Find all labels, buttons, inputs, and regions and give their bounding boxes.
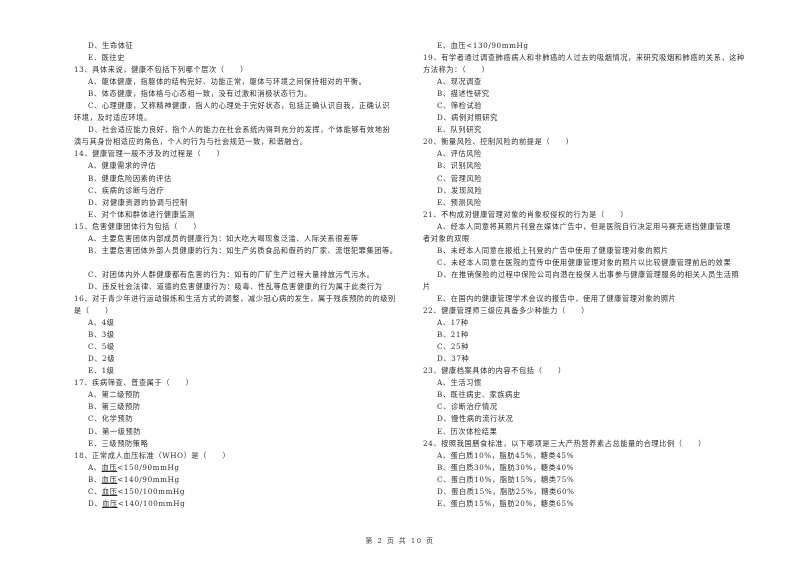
question-text: 15、危害健康团体行为包括（ ） — [74, 221, 202, 231]
answer-option: D、慢性病的流行状况 — [437, 414, 514, 424]
answer-option: B、蛋白质30%，脂肪30%，糖类40% — [437, 462, 575, 472]
continuation-text: 环境，及时适应环境。 — [74, 113, 152, 123]
answer-option: E、既往史 — [88, 53, 125, 63]
answer-option: A、现况调查 — [437, 77, 482, 87]
answer-option: C、未经本人同意在医院的宣传中使用健康管理对象的照片以比较健康管理前后的效果 — [437, 257, 732, 267]
answer-option: C、筛检试验 — [437, 101, 483, 111]
answer-option: B、既往病史、家族病史 — [437, 390, 521, 400]
answer-option: A、第二级预防 — [88, 390, 141, 400]
answer-option: C、5级 — [88, 342, 115, 352]
answer-option: C、血压<150/100mmHg — [74, 486, 404, 498]
answer-option: B、21种 — [437, 330, 469, 340]
question-text: 17、疾病筛查、普查属于（ ） — [74, 378, 194, 388]
option-prefix: A、 — [88, 462, 102, 472]
answer-option: B、主要危害团体外部人员健康的行为：如生产劣质食品和假药的厂家、流氓犯罪集团等。 — [88, 245, 398, 255]
answer-option: E、血压<130/90mmHg — [437, 41, 529, 50]
answer-option: C、对团体内外人群健康都有危害的行为：如有的厂矿生产过程大量排放污气污水。 — [88, 269, 375, 279]
answer-option: E、在国内的健康管理学术会议的报告中，使用了健康管理对象的照片 — [437, 293, 677, 303]
answer-option: C、心理健康，又称精神健康，指人的心理处于完好状态，包括正确认识自我，正确认识 — [88, 101, 391, 111]
answer-option: B、未经本人同意在报纸上刊登的广告中使用了健康管理对象的照片 — [437, 245, 669, 255]
option-value: <140/90mmHg — [117, 474, 180, 484]
question-text: 14、健康管理一般不涉及的过程是（ ） — [74, 149, 225, 159]
option-value: <150/100mmHg — [117, 486, 186, 496]
question-text: 24、按照我国膳食标准，以下哪项是三大产热营养素占总能量的合理比例（ ） — [423, 438, 706, 448]
answer-option: A、17种 — [437, 318, 469, 328]
answer-option: A、血压<150/90mmHg — [74, 462, 404, 474]
answer-option: A、评估风险 — [437, 149, 482, 159]
answer-option: B、血压<140/90mmHg — [74, 474, 404, 486]
left-column: D、生命体征 E、既往史 13、具体来说，健康不包括下列哪个层次（ ） A、躯体健康，… — [74, 40, 404, 510]
answer-option: E、队列研究 — [437, 125, 482, 135]
answer-option: D、发现风险 — [437, 185, 483, 195]
answer-option: C、25种 — [437, 342, 470, 352]
continuation-text: 者对象的双眼 — [423, 233, 470, 243]
question-text: 23、健康档案具体的内容不包括（ ） — [423, 366, 566, 376]
continuation-text: 演与其身份相适应的角色，个人的行为与社会规范一致，和谐融合。 — [74, 137, 308, 147]
answer-option: E、对个体和群体进行健康监测 — [88, 209, 196, 219]
answer-option: B、第三级预防 — [88, 402, 141, 412]
question-text: 18、正常成人血压标准（WHO）是（ ） — [74, 450, 231, 460]
answer-option: D、社会适应能力良好，指个人的能力在社会系统内得到充分的发挥，个体能够有效地扮 — [88, 125, 391, 135]
underlined-term: 血压 — [102, 498, 118, 508]
question-text: 20、衡量风险、控制风险的前提是（ ） — [423, 137, 574, 147]
answer-option: A、蛋白质10%，脂肪45%，糖类45% — [437, 450, 574, 460]
answer-option: E、三级预防策略 — [88, 438, 149, 448]
right-column: E、血压<130/90mmHg 19、有学者通过调查肺癌病人和非肺癌的人过去的吸烟… — [423, 40, 763, 510]
answer-option: C、管理风险 — [437, 173, 483, 183]
answer-option: B、3级 — [88, 330, 115, 340]
answer-option: A、经本人同意将其照片刊登在媒体广告中，但是医院自行决定用马赛克遮挡健康管理 — [437, 221, 731, 231]
answer-option: A、生活习惯 — [437, 378, 482, 388]
answer-option: E、预测风险 — [437, 197, 482, 207]
answer-option: E、蛋白质15%，脂肪20%，糖类65% — [437, 498, 575, 508]
answer-option: A、4级 — [88, 318, 115, 328]
underlined-term: 血压 — [101, 474, 118, 484]
answer-option: B、描述性研究 — [437, 89, 490, 99]
answer-option: E、1级 — [88, 366, 115, 376]
answer-option: B、体态健康，指体格与心态相一致，没有过激和消极状态行为。 — [88, 89, 312, 99]
underlined-term: 血压 — [101, 462, 118, 472]
exam-page: D、生命体征 E、既往史 13、具体来说，健康不包括下列哪个层次（ ） A、躯体健康，… — [0, 0, 800, 565]
answer-option: C、蛋白质10%，脂肪15%，糖类75% — [437, 474, 575, 484]
answer-option: D、病例对照研究 — [437, 113, 498, 123]
answer-option: D、在推销保险的过程中保险公司向潜在投保人出事参与健康管理服务的相关人员生活照 — [437, 269, 740, 279]
answer-option: E、历次体检结果 — [437, 426, 498, 436]
question-text: 19、有学者通过调查肺癌病人和非肺癌的人过去的吸烟情况，来研究吸烟和肺癌的关系，… — [423, 53, 745, 63]
answer-option: C、诊断治疗情况 — [437, 402, 498, 412]
option-prefix: C、 — [88, 486, 102, 496]
answer-option: D、对健康资源的协调与控制 — [88, 197, 188, 207]
option-value: <150/90mmHg — [117, 462, 180, 472]
answer-option: A、主要危害团体内部成员的健康行为：如大吃大喝现象泛滥、人际关系很差等 — [88, 233, 359, 243]
question-text: 21、不构成对健康管理对象的肖象权侵权的行为是（ ） — [423, 209, 629, 219]
option-prefix: B、 — [88, 474, 102, 484]
answer-option: D、生命体征 — [88, 41, 134, 50]
continuation-text: 方法称为：（ ） — [423, 65, 490, 75]
question-text: 16、对于青少年进行运动锻炼和生活方式的调整，减少冠心病的发生，属于残疾预防的的… — [74, 293, 396, 303]
continuation-text: 片 — [423, 281, 431, 291]
continuation-text: 是（ ） — [74, 306, 113, 316]
answer-option: C、化学预防 — [88, 414, 134, 424]
answer-option: A、健康需求的评估 — [88, 161, 157, 171]
answer-option: D、2级 — [88, 354, 116, 364]
answer-option: D、违反社会法律、道德的危害健康行为：吸毒、性乱等危害健康的行为属于此类行为 — [88, 281, 383, 291]
underlined-term: 血压 — [101, 486, 118, 496]
page-footer: 第 2 页 共 10 页 — [365, 537, 435, 545]
answer-option: D、第一级预防 — [88, 426, 142, 436]
answer-option: B、健康危险因素的评估 — [88, 173, 172, 183]
option-value: <140/100mmHg — [117, 498, 186, 508]
answer-option: A、躯体健康，指躯体的结构完好、功能正常，躯体与环境之间保持相对的平衡。 — [88, 77, 367, 87]
answer-option: D、37种 — [437, 354, 470, 364]
question-text: 22、健康管理师三级应具备多少种能力（ ） — [423, 306, 590, 316]
answer-option: D、蛋白质15%，脂肪25%，糖类60% — [437, 486, 575, 496]
option-prefix: D、 — [88, 498, 103, 508]
answer-option: B、识别风险 — [437, 161, 482, 171]
question-text: 13、具体来说，健康不包括下列哪个层次（ ） — [74, 65, 248, 75]
answer-option: D、血压<140/100mmHg — [74, 498, 404, 510]
answer-option: C、疾病的诊断与治疗 — [88, 185, 165, 195]
